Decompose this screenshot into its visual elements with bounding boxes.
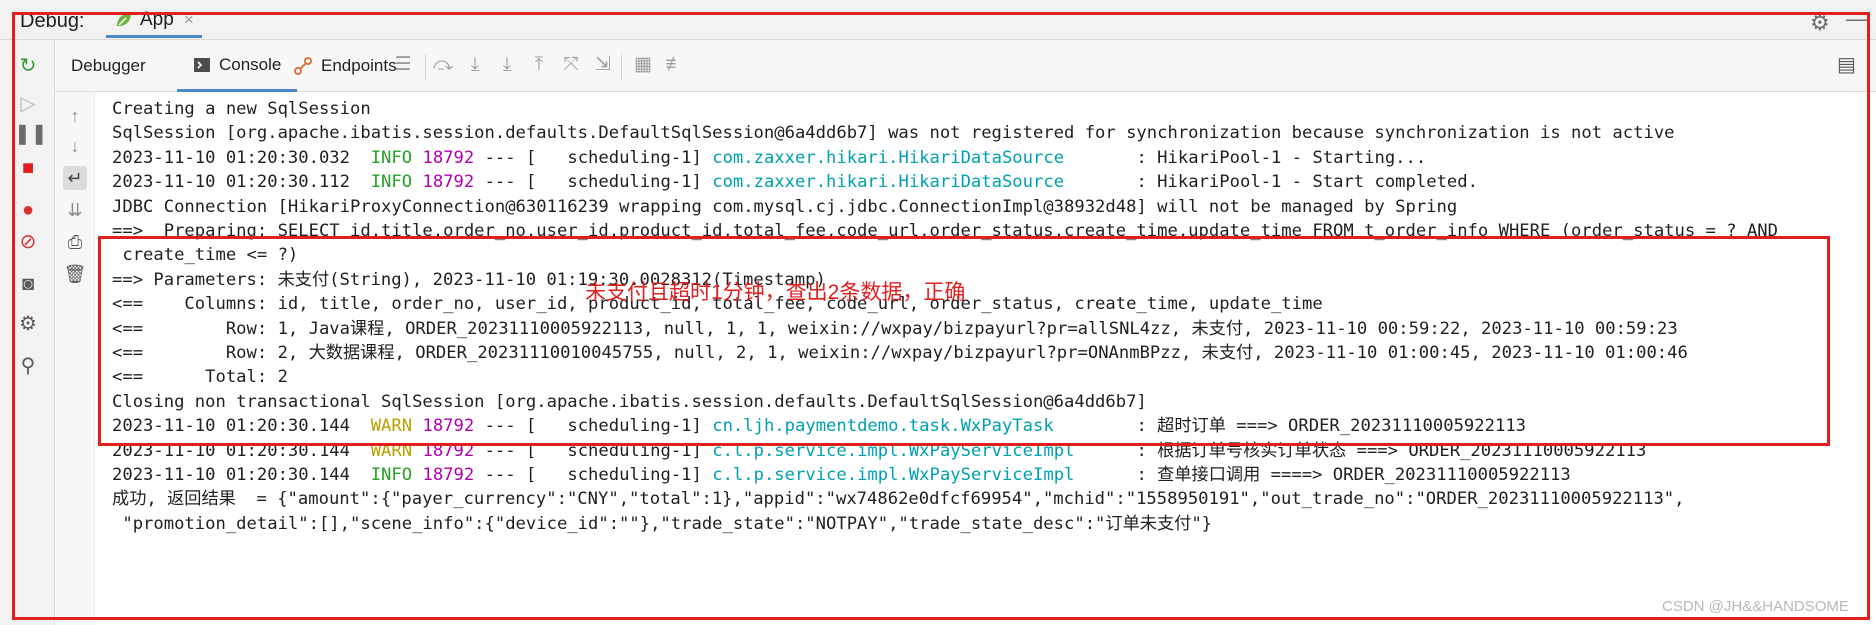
console-text: Creating a new SqlSession [112,99,371,119]
console-text: <== Row: 1, Java课程, ORDER_20231110005922… [112,318,1678,339]
clear-all-icon[interactable]: 🗑 [63,262,87,286]
endpoints-icon [294,57,312,75]
console-line: "promotion_detail":[],"scene_info":{"dev… [112,510,1212,539]
print-icon[interactable]: ⎙ [63,230,87,254]
tab-debugger-label: Debugger [71,56,146,75]
console-text: Closing non transactional SqlSession [or… [112,391,1147,412]
console-gutter: ↑ ↓ ↵ ⇊ ⎙ 🗑 [55,92,95,625]
console-text: 成功, 返回结果 = {"amount":{"payer_currency":"… [112,489,1685,510]
debug-subtabs: Debugger Console Endpoints ☰ ⤼ ⤓ ⤓ ⤒ ⤧ ⇲… [55,40,1876,92]
step-over-icon[interactable]: ⤼ [431,53,455,77]
console-text: 2023-11-10 01:20:30.112 [112,172,371,193]
layout-icon[interactable]: ▤ [1837,52,1856,77]
tab-endpoints-label: Endpoints [321,56,397,75]
console-text: WARN [370,416,413,437]
console-text: "promotion_detail":[],"scene_info":{"dev… [112,513,1213,534]
console-text: : 根据订单号核实订单状态 ===> ORDER_202311100059221… [1126,440,1647,461]
minimize-icon[interactable]: — [1846,6,1868,32]
step-out-icon[interactable]: ⤒ [527,53,551,77]
console-text: 18792 [422,416,475,437]
console-text: 18792 [422,147,475,168]
console-text: com.zaxxer.hikari.HikariDataSource [712,147,1127,168]
tab-endpoints[interactable]: Endpoints [293,40,397,92]
console-text: INFO [370,147,413,168]
console-text: --- [ scheduling-1] [474,440,713,461]
gear-icon[interactable]: ⚙ [1810,10,1830,36]
view-breakpoints-icon[interactable]: ● [14,196,42,224]
console-text: : 超时订单 ===> ORDER_20231110005922113 [1126,416,1527,437]
console-text: c.l.p.service.impl.WxPayServiceImpl [712,440,1127,461]
console-text: --- [ scheduling-1] [474,147,713,168]
console-text: 2023-11-10 01:20:30.144 [112,440,371,461]
run-to-cursor-icon[interactable]: ⇲ [591,53,615,77]
console-text: com.zaxxer.hikari.HikariDataSource [712,172,1127,193]
spring-app-icon [117,12,131,26]
console-text: <== Total: 2 [112,367,288,388]
console-text: WARN [370,440,413,461]
app-tab-label: App [140,8,174,30]
console-text: --- [ scheduling-1] [474,465,713,485]
tab-debugger[interactable]: Debugger [71,40,146,92]
tab-console-label: Console [219,54,282,74]
console-text: INFO [370,465,413,485]
tab-console[interactable]: Console [177,40,298,92]
toolbar-separator [425,54,426,80]
console-text: INFO [370,172,413,193]
pin-icon[interactable]: ⚲ [14,352,42,380]
console-text: cn.ljh.paymentdemo.task.WxPayTask [712,416,1127,437]
annotation-text: 未支付且超时1分钟，查出2条数据，正确 [585,281,966,304]
console-line: <== Row: 2, 大数据课程, ORDER_202311100100457… [112,339,1688,368]
console-text: 2023-11-10 01:20:30.144 [112,416,371,437]
watermark: CSDN @JH&&HANDSOME [1662,598,1849,615]
debug-header: Debug: App × ⚙ — [0,0,1876,40]
console-text: : HikariPool-1 - Start completed. [1126,172,1478,193]
rerun-icon[interactable]: ↻ [14,52,42,80]
toolbar-separator [621,54,622,80]
tab-app[interactable]: App × [106,4,202,38]
scroll-up-icon[interactable]: ↑ [63,104,87,128]
console-text: --- [ scheduling-1] [474,172,713,193]
soft-wrap-icon[interactable]: ↵ [63,166,87,190]
stop-icon[interactable]: ■ [14,154,42,182]
close-icon[interactable]: × [184,10,194,30]
resume-icon[interactable]: ▷ [14,90,42,118]
drop-frame-icon[interactable]: ⤧ [559,53,583,77]
console-text: c.l.p.service.impl.WxPayServiceImpl [712,465,1127,485]
debug-label: Debug: [20,10,85,32]
scroll-down-icon[interactable]: ↓ [63,134,87,158]
console-text: --- [ scheduling-1] [474,416,713,437]
mute-breakpoints-icon[interactable]: ⊘ [14,228,42,256]
force-step-into-icon[interactable]: ⤓ [495,53,519,77]
left-debug-toolbar: ↻ ▷ ❚❚ ■ ● ⊘ ◙ ⚙ ⚲ [0,40,55,625]
frames-icon[interactable]: ☰ [391,53,415,77]
console-text: <== Row: 2, 大数据课程, ORDER_202311100100457… [112,343,1688,363]
pause-icon[interactable]: ❚❚ [14,120,48,148]
console-text: JDBC Connection [HikariProxyConnection@6… [112,196,1458,217]
console-text: 18792 [422,172,475,193]
step-into-icon[interactable]: ⤓ [463,53,487,77]
console-text: SqlSession [org.apache.ibatis.session.de… [112,123,1675,144]
console-icon [194,57,210,72]
console-text: 2023-11-10 01:20:30.032 [112,147,371,168]
evaluate-icon[interactable]: ▦ [631,53,655,77]
console-text: 2023-11-10 01:20:30.144 [112,465,371,485]
console-text: 18792 [422,440,475,461]
console-text: 18792 [422,465,475,485]
scroll-to-end-icon[interactable]: ⇊ [63,198,87,222]
console-line: ==> Preparing: SELECT id,title,order_no,… [112,217,1778,246]
console-text: : HikariPool-1 - Starting... [1126,147,1427,168]
console-text: ==> Preparing: SELECT id,title,order_no,… [112,221,1778,241]
console-output[interactable]: Creating a new SqlSession SqlSession [org… [112,95,1872,615]
trace-icon[interactable]: ≢ [663,53,687,77]
console-text: create_time <= ?) [112,245,299,266]
settings-icon[interactable]: ⚙ [14,310,42,338]
console-text: : 查单接口调用 ====> ORDER_20231110005922113 [1126,465,1571,485]
camera-icon[interactable]: ◙ [14,270,42,298]
